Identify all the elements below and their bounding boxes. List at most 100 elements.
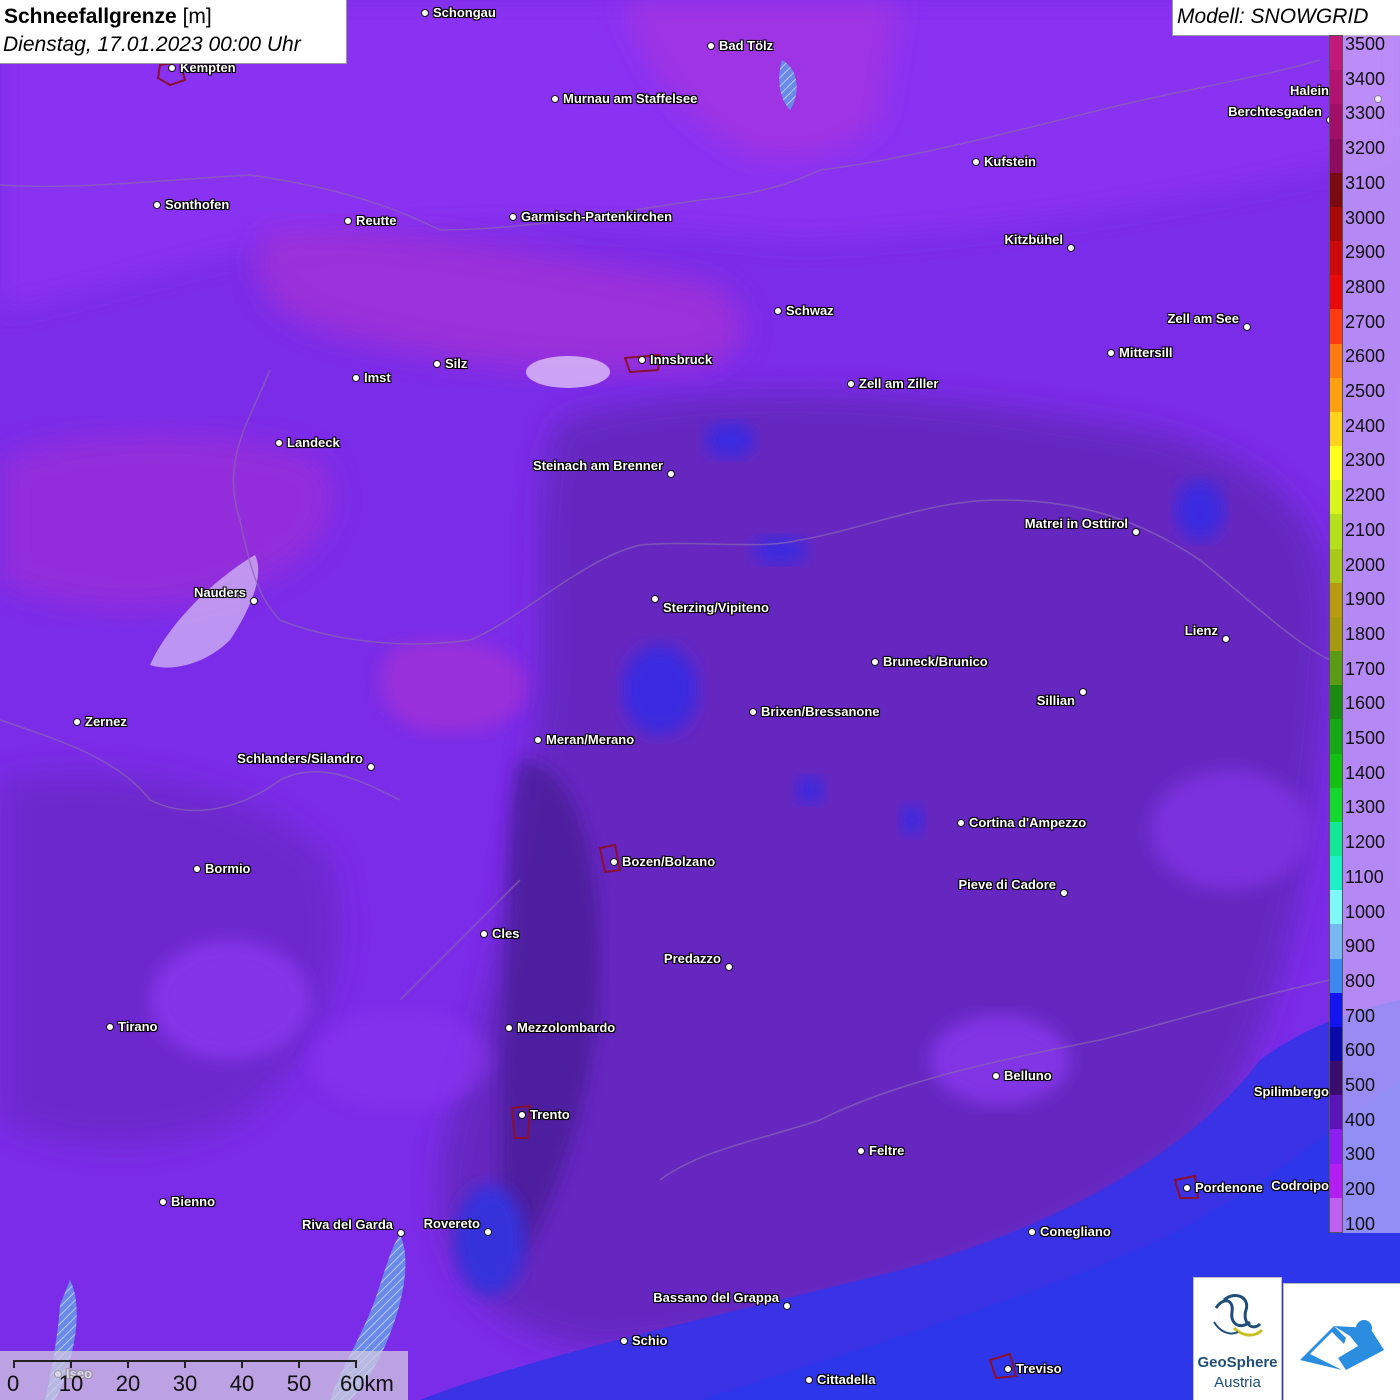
city-dot-icon [518,1111,526,1119]
legend-label: 2300 [1345,450,1386,471]
legend-swatch [1330,1197,1342,1233]
city-dot-icon [551,95,559,103]
map-title-bold: Schneefallgrenze [4,5,177,28]
city-dot-icon [707,42,715,50]
scale-tick [355,1360,357,1368]
scale-label: 20 [115,1371,141,1396]
city-label: Conegliano [1040,1224,1111,1239]
scale-tick [127,1360,129,1368]
legend-label: 3000 [1345,207,1386,228]
scale-label: 0 [7,1371,20,1396]
legend-swatch [1330,172,1342,208]
city-label: Rovereto [423,1216,480,1231]
city-dot-icon [159,1198,167,1206]
city-dot-icon [638,356,646,364]
city-label: Steinach am Brenner [532,458,663,473]
legend-label: 3500 [1345,34,1386,54]
city-dot-icon [620,1337,628,1345]
scale-tick [70,1360,72,1368]
city-dot-icon [749,708,757,716]
patch-light-1 [150,940,310,1060]
geosphere-logo[interactable]: GeoSphere Austria [1194,1278,1281,1400]
legend-label: 300 [1345,1144,1376,1165]
city-dot-icon [505,1024,513,1032]
legend-label: 3100 [1345,172,1386,193]
city-label: Sterzing/Vipiteno [663,600,769,615]
legend-swatch [1330,856,1342,891]
city-dot-icon [805,1376,813,1384]
app-logo[interactable] [1284,1284,1400,1400]
legend-label: 100 [1345,1213,1376,1234]
city-label: Cles [492,926,520,941]
legend-label: 2200 [1345,485,1386,506]
legend-label: 1900 [1345,589,1386,610]
city-dot-icon [73,718,81,726]
scale-label: 40 [229,1371,255,1396]
city-dot-icon [106,1023,114,1031]
city-dot-icon [847,380,855,388]
city-label: Bad Tölz [719,38,774,53]
city-dot-icon [250,597,258,605]
city-label: Halein [1289,83,1329,98]
map-title-unit: [m] [182,5,212,28]
city-dot-icon [1222,635,1230,643]
city-dot-icon [509,213,517,221]
city-label: Belluno [1004,1068,1052,1083]
city-label: Kufstein [984,154,1036,169]
scale-tick [184,1360,186,1368]
legend-label: 800 [1345,970,1376,991]
city-dot-icon [367,763,375,771]
legend-label: 3400 [1345,68,1386,89]
city-label: Imst [364,370,391,385]
scale-tick [298,1360,300,1368]
city-dot-icon [1183,1184,1191,1192]
legend-label: 2100 [1345,519,1386,540]
scale-label: 50 [286,1371,312,1396]
city-label: Feltre [869,1143,905,1158]
city-dot-icon [871,658,879,666]
legend-swatch [1330,36,1342,71]
city-label: Riva del Garda [301,1217,393,1232]
model-label: Modell: SNOWGRID [1177,5,1369,28]
legend-swatch [1330,1026,1342,1062]
map-title-box: Schneefallgrenze [m] Dienstag, 17.01.202… [0,0,346,63]
city-dot-icon [168,64,176,72]
geosphere-sub: Austria [1214,1374,1261,1391]
city-dot-icon [725,963,733,971]
legend-swatch [1330,206,1342,242]
legend-swatch [1330,70,1342,105]
city-dot-icon [1028,1228,1036,1236]
legend-swatch [1330,787,1342,823]
legend-swatch [1330,411,1342,447]
city-dot-icon [992,1072,1000,1080]
city-label: Pordenone [1195,1180,1263,1195]
city-dot-icon [397,1229,405,1237]
city-dot-icon [480,930,488,938]
legend-label: 3300 [1345,103,1386,124]
pocket-blue-5 [455,1185,525,1295]
city-label: Berchtesgaden [1228,104,1322,119]
city-label: Schwaz [786,303,834,318]
city-label: Meran/Merano [546,732,635,747]
city-label: Pieve di Cadore [958,877,1056,892]
city-label: Schio [632,1333,668,1348]
legend-swatch [1330,377,1342,413]
city-label: Matrei in Osttirol [1024,516,1128,531]
city-label: Predazzo [663,951,721,966]
legend-swatch [1330,992,1342,1028]
legend-swatch [1330,821,1342,857]
city-label: Bozen/Bolzano [622,854,716,869]
city-dot-icon [1132,528,1140,536]
geosphere-emblem-icon [1213,1294,1264,1337]
city-dot-icon [433,360,441,368]
city-label: Bienno [171,1194,216,1209]
pocket-blue-4 [1175,480,1225,540]
city-label: Innsbruck [650,352,713,367]
legend-swatch [1330,309,1342,345]
legend-swatch [1330,890,1342,925]
city-label: Spilimbergo [1253,1084,1329,1099]
legend-label: 2800 [1345,276,1386,297]
legend-label: 200 [1345,1179,1376,1200]
legend-swatch [1330,138,1342,174]
model-box: Modell: SNOWGRID [1173,0,1400,35]
